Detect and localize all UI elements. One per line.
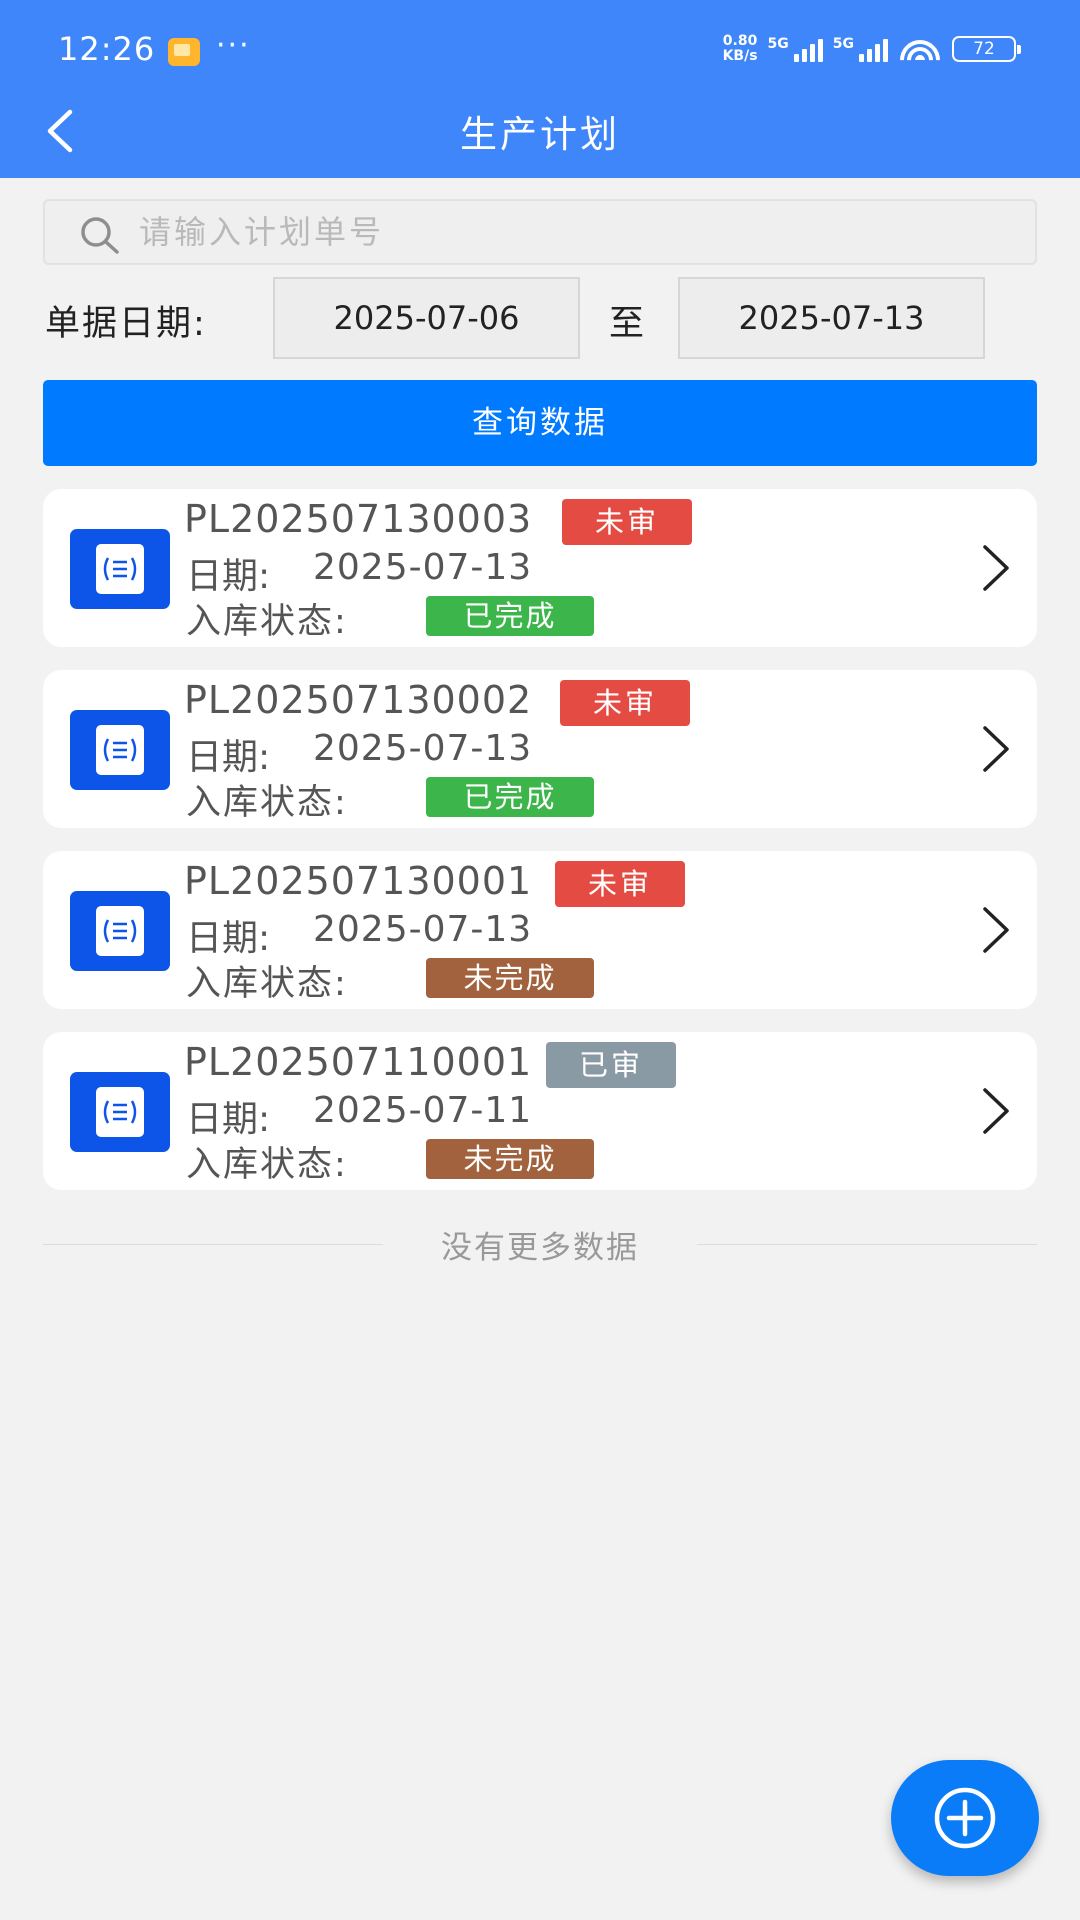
- plan-number: PL202507130003: [184, 497, 533, 541]
- date-filter-label: 单据日期:: [45, 304, 207, 344]
- stock-status-label: 入库状态:: [186, 783, 348, 823]
- wifi-icon: [898, 34, 942, 64]
- chevron-right-icon: [983, 545, 1009, 591]
- stock-status-badge: 已完成: [426, 777, 594, 817]
- net-speed-unit: KB/s: [722, 48, 758, 64]
- search-bar: [43, 199, 1037, 265]
- chevron-right-icon: [983, 1088, 1009, 1134]
- date-label: 日期:: [186, 556, 271, 597]
- stock-status-badge: 未完成: [426, 1139, 594, 1179]
- document-list-icon: [70, 710, 170, 790]
- more-notifications-icon: ···: [216, 28, 251, 63]
- add-plan-button[interactable]: [891, 1760, 1039, 1876]
- date-separator: 至: [609, 304, 645, 344]
- plan-date: 2025-07-11: [313, 1090, 533, 1131]
- chevron-right-icon: [983, 726, 1009, 772]
- plan-date: 2025-07-13: [313, 728, 533, 769]
- query-button[interactable]: 查询数据: [43, 380, 1037, 466]
- audit-status-badge: 未审: [560, 680, 690, 726]
- plan-number: PL202507110001: [184, 1040, 533, 1084]
- document-list-icon: [70, 529, 170, 609]
- no-more-text: 没有更多数据: [441, 1230, 639, 1266]
- net-speed-value: 0.80: [722, 33, 758, 49]
- stock-status-label: 入库状态:: [186, 1145, 348, 1185]
- date-label: 日期:: [186, 1099, 271, 1140]
- plan-card[interactable]: PL202507130001 未审 日期: 2025-07-13 入库状态: 未…: [43, 851, 1037, 1009]
- chevron-right-icon: [983, 907, 1009, 953]
- document-list-icon: [70, 1072, 170, 1152]
- plan-card[interactable]: PL202507130003 未审 日期: 2025-07-13 入库状态: 已…: [43, 489, 1037, 647]
- plan-card[interactable]: PL202507130002 未审 日期: 2025-07-13 入库状态: 已…: [43, 670, 1037, 828]
- no-more-divider: 没有更多数据: [43, 1222, 1037, 1266]
- date-label: 日期:: [186, 918, 271, 959]
- date-to-field[interactable]: 2025-07-13: [678, 277, 985, 359]
- search-icon: [81, 217, 119, 254]
- battery-icon: 72: [952, 36, 1021, 62]
- plan-card[interactable]: PL202507110001 已审 日期: 2025-07-11 入库状态: 未…: [43, 1032, 1037, 1190]
- stock-status-label: 入库状态:: [186, 602, 348, 642]
- top-bar: 12:26 ··· 0.80 KB/s 5G 5G 72 生产计划: [0, 0, 1080, 178]
- signal-sim1-icon: 5G: [768, 36, 823, 62]
- status-icons: 0.80 KB/s 5G 5G 72: [723, 34, 1021, 64]
- plan-number: PL202507130001: [184, 859, 533, 903]
- net-speed: 0.80 KB/s: [723, 34, 758, 64]
- signal-sim2-icon: 5G: [833, 36, 888, 62]
- status-time: 12:26: [58, 30, 156, 68]
- date-from-field[interactable]: 2025-07-06: [273, 277, 580, 359]
- stock-status-label: 入库状态:: [186, 964, 348, 1004]
- search-input[interactable]: [139, 201, 1019, 263]
- document-list-icon: [70, 891, 170, 971]
- plan-number: PL202507130002: [184, 678, 533, 722]
- stock-status-badge: 未完成: [426, 958, 594, 998]
- plan-date: 2025-07-13: [313, 547, 533, 588]
- plan-date: 2025-07-13: [313, 909, 533, 950]
- plus-circle-icon: [934, 1787, 996, 1849]
- date-label: 日期:: [186, 737, 271, 778]
- audit-status-badge: 未审: [555, 861, 685, 907]
- audit-status-badge: 未审: [562, 499, 692, 545]
- gallery-notification-icon: [168, 38, 200, 66]
- stock-status-badge: 已完成: [426, 596, 594, 636]
- audit-status-badge: 已审: [546, 1042, 676, 1088]
- page-title: 生产计划: [460, 113, 620, 156]
